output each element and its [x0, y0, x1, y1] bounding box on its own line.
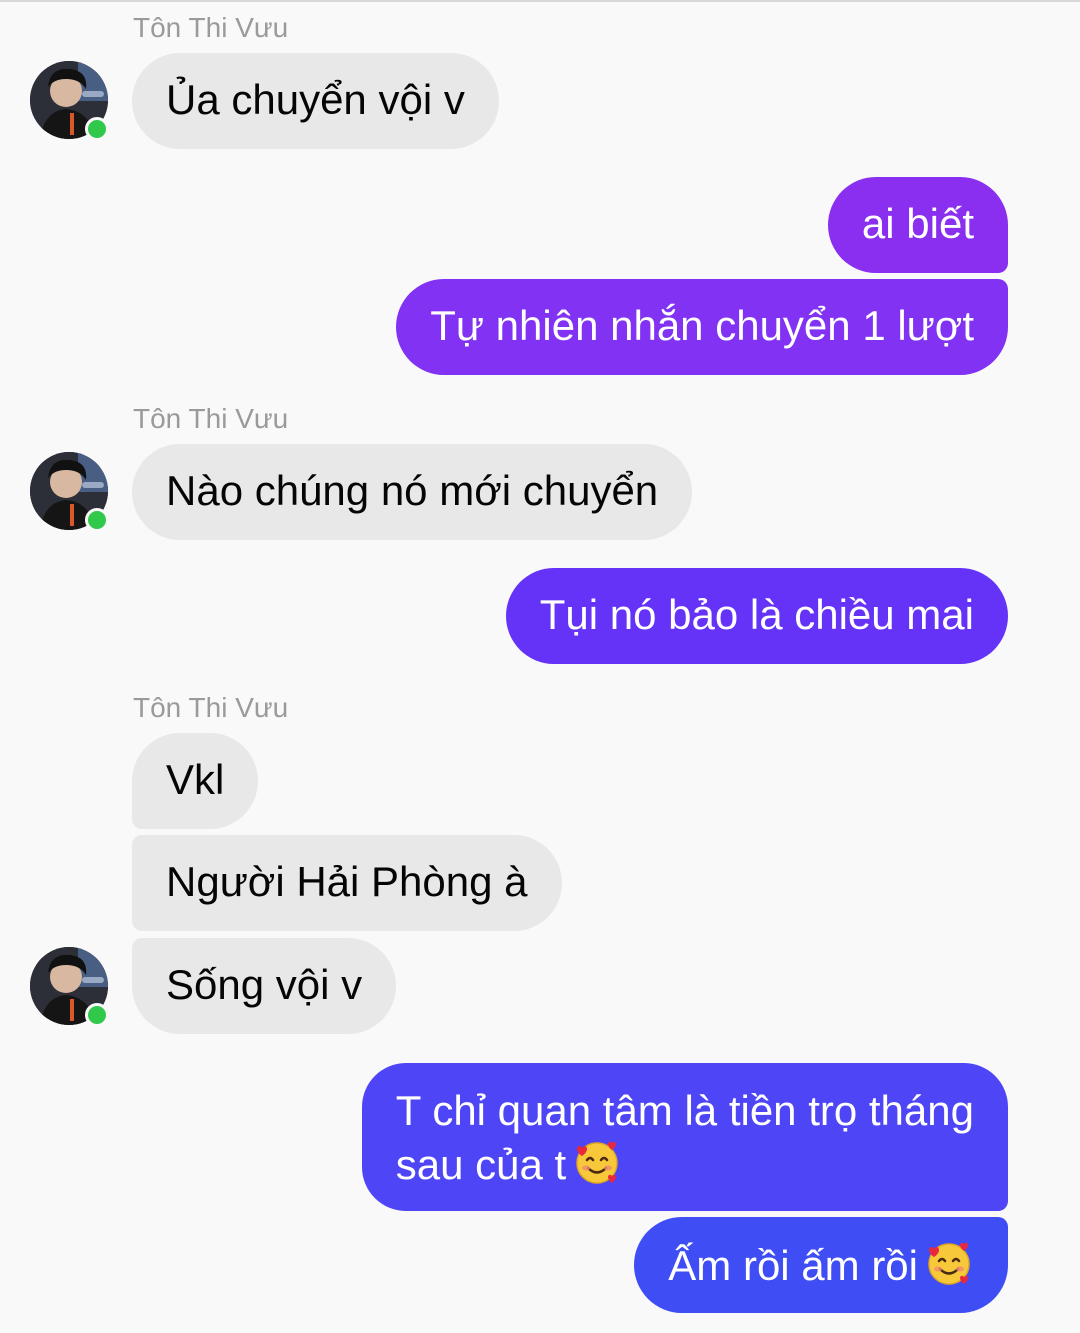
sender-name: Tôn Thi Vưu	[133, 12, 289, 43]
message-bubble-incoming[interactable]: Ủa chuyển vội v	[132, 53, 499, 149]
message-bubble-incoming[interactable]: Người Hải Phòng à	[132, 835, 562, 931]
smiling-face-with-hearts-icon	[572, 1137, 622, 1199]
avatar[interactable]	[30, 947, 109, 1027]
message-bubble-outgoing[interactable]: Tự nhiên nhắn chuyển 1 lượt	[396, 279, 1008, 375]
top-divider	[0, 0, 1080, 2]
avatar[interactable]	[30, 61, 109, 141]
smiling-face-with-hearts-icon	[924, 1238, 974, 1300]
message-text: Ấm rồi ấm rồi	[668, 1242, 918, 1289]
online-status-dot	[85, 117, 109, 141]
message-bubble-incoming[interactable]: Sống vội v	[132, 938, 397, 1034]
message-line: sau của t	[395, 1141, 567, 1188]
message-bubble-incoming[interactable]: Nào chúng nó mới chuyển	[132, 444, 693, 540]
online-status-dot	[85, 1003, 109, 1027]
message-bubble-outgoing[interactable]: Ấm rồi ấm rồi	[634, 1217, 1008, 1313]
message-line: T chỉ quan tâm là tiền trọ tháng	[395, 1087, 974, 1134]
sender-name: Tôn Thi Vưu	[133, 403, 289, 434]
message-bubble-outgoing[interactable]: ai biết	[827, 177, 1008, 273]
message-line-with-emoji: sau của t	[396, 1137, 974, 1199]
sender-name: Tôn Thi Vưu	[133, 692, 289, 723]
message-bubble-incoming[interactable]: Vkl	[132, 733, 259, 829]
message-bubble-outgoing[interactable]: Tụi nó bảo là chiều mai	[505, 568, 1008, 664]
avatar[interactable]	[30, 452, 109, 532]
message-bubble-outgoing[interactable]: T chỉ quan tâm là tiền trọ tháng sau của…	[361, 1063, 1008, 1211]
online-status-dot	[85, 508, 109, 532]
